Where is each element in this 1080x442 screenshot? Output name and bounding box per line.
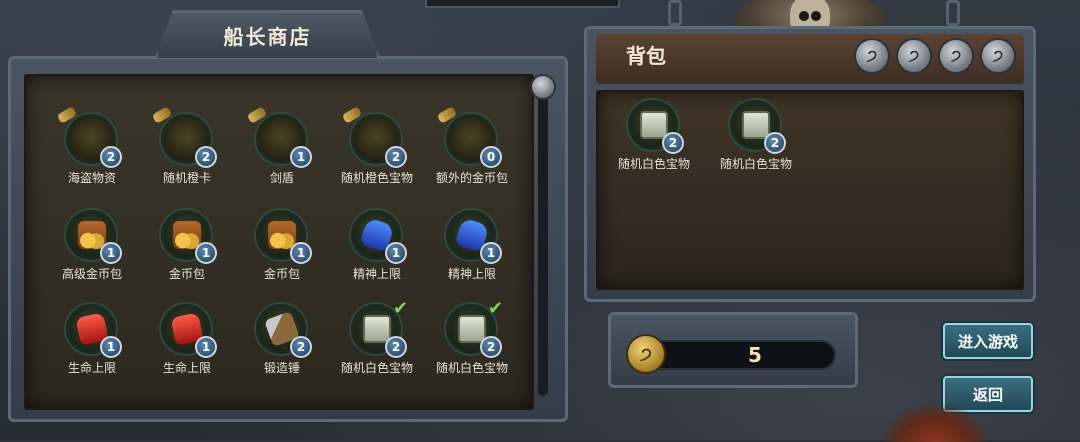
- bag-item[interactable]: 2 随机白色宝物: [708, 100, 804, 180]
- shop-item[interactable]: 1 生命上限: [44, 304, 140, 384]
- item-label: 随机橙卡: [162, 171, 211, 185]
- shop-item[interactable]: 2 锻造锤: [234, 304, 330, 384]
- top-plank: [425, 0, 620, 8]
- shop-item[interactable]: 1 剑盾: [234, 106, 330, 194]
- shop-item[interactable]: 1 精神上限: [329, 210, 425, 290]
- bag-slot-token-icon[interactable]: ੭: [854, 38, 890, 74]
- currency-coin-icon: ੭: [626, 334, 666, 374]
- chain-decoration: [668, 0, 682, 26]
- bag-title: 背包: [626, 44, 666, 68]
- shop-item[interactable]: 2 随机橙卡: [139, 106, 235, 194]
- shop-item[interactable]: ✔ 2 随机白色宝物: [329, 298, 425, 384]
- shop-scrollbar[interactable]: [538, 86, 548, 396]
- item-label: 高级金币包: [61, 267, 122, 281]
- item-count-badge: 1: [100, 242, 122, 264]
- bag-slot-token-icon[interactable]: ੭: [896, 38, 932, 74]
- item-count-badge: 1: [195, 242, 217, 264]
- shop-item[interactable]: 2 随机橙色宝物: [329, 106, 425, 194]
- item-label: 精神上限: [447, 267, 496, 281]
- item-count-badge: 2: [385, 146, 407, 168]
- shop-item[interactable]: 1 生命上限: [139, 304, 235, 384]
- shop-item[interactable]: 1 金币包: [139, 210, 235, 290]
- item-label: 随机橙色宝物: [340, 171, 413, 185]
- item-count-badge: 2: [480, 336, 502, 358]
- shop-title-tab: 船长商店: [155, 10, 380, 58]
- item-count-badge: 2: [290, 336, 312, 358]
- item-label: 额外的金币包: [435, 171, 508, 185]
- item-count-badge: 1: [385, 242, 407, 264]
- bag-item[interactable]: 2 随机白色宝物: [606, 100, 702, 180]
- item-label: 锻造锤: [263, 361, 300, 375]
- shop-scroll-thumb[interactable]: [530, 74, 556, 100]
- chain-decoration: [946, 0, 960, 26]
- enter-game-button[interactable]: 进入游戏: [943, 323, 1033, 359]
- item-count-badge: 1: [100, 336, 122, 358]
- item-label: 随机白色宝物: [719, 157, 792, 171]
- item-count-badge: 1: [290, 146, 312, 168]
- item-label: 剑盾: [269, 171, 294, 185]
- item-label: 随机白色宝物: [435, 361, 508, 375]
- item-count-badge: 2: [195, 146, 217, 168]
- item-count-badge: 1: [480, 242, 502, 264]
- shop-item[interactable]: 2 海盗物资: [44, 106, 140, 194]
- item-label: 生命上限: [67, 361, 116, 375]
- currency-value: 5: [748, 343, 762, 367]
- item-count-badge: 2: [662, 132, 684, 154]
- item-count-badge: 2: [385, 336, 407, 358]
- item-count-badge: 2: [764, 132, 786, 154]
- item-count-badge: 0: [480, 146, 502, 168]
- item-label: 随机白色宝物: [617, 157, 690, 171]
- check-icon: ✔: [488, 298, 504, 319]
- shop-item[interactable]: 0 额外的金币包: [424, 106, 520, 194]
- item-label: 金币包: [263, 267, 300, 281]
- shop-item[interactable]: 1 高级金币包: [44, 210, 140, 290]
- bottom-ornament: [880, 402, 990, 442]
- shop-item[interactable]: 1 精神上限: [424, 210, 520, 290]
- check-icon: ✔: [393, 298, 409, 319]
- item-label: 随机白色宝物: [340, 361, 413, 375]
- item-count-badge: 1: [290, 242, 312, 264]
- shop-item[interactable]: ✔ 2 随机白色宝物: [424, 298, 520, 384]
- item-count-badge: 2: [100, 146, 122, 168]
- bag-slot-token-icon[interactable]: ੭: [938, 38, 974, 74]
- shop-title: 船长商店: [223, 25, 312, 49]
- item-label: 生命上限: [162, 361, 211, 375]
- shop-item[interactable]: 1 金币包: [234, 210, 330, 290]
- item-label: 精神上限: [352, 267, 401, 281]
- bag-slot-token-icon[interactable]: ੭: [980, 38, 1016, 74]
- item-label: 金币包: [168, 267, 205, 281]
- item-count-badge: 1: [195, 336, 217, 358]
- item-label: 海盗物资: [67, 171, 116, 185]
